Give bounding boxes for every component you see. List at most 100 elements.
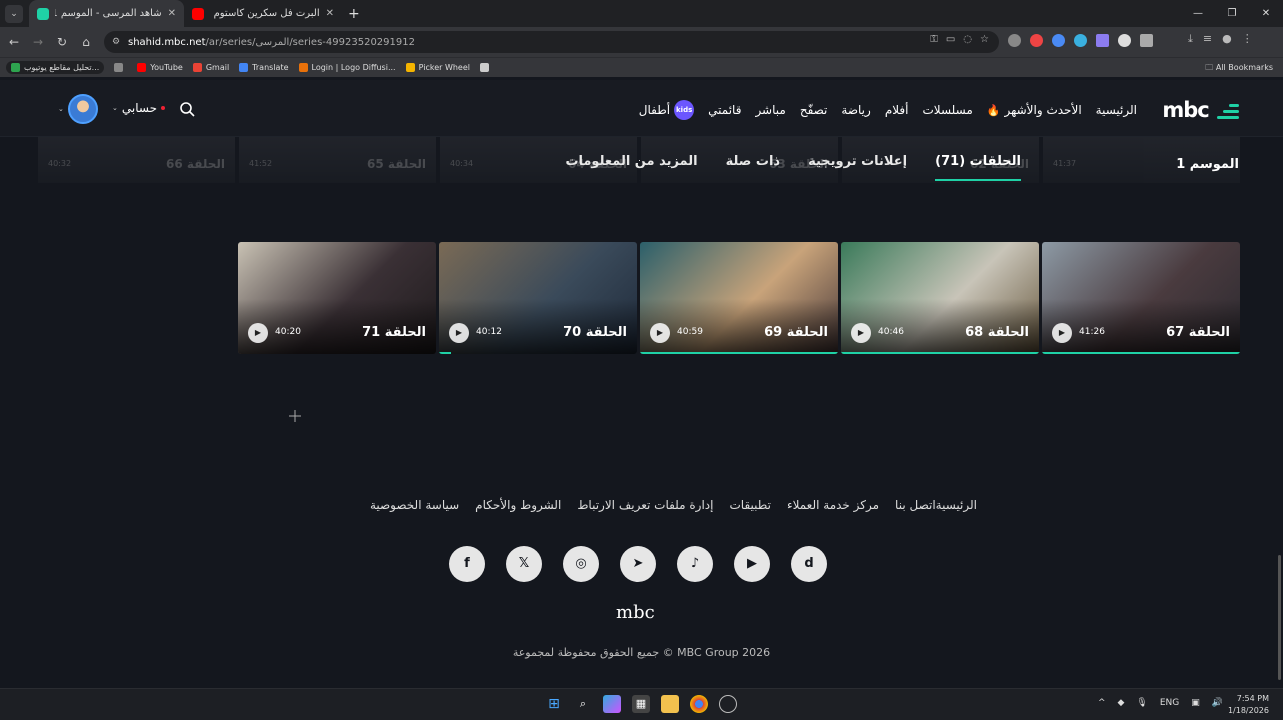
volume-icon[interactable]: 🔊 xyxy=(1212,698,1223,708)
x-icon[interactable]: 𝕏 xyxy=(506,546,542,582)
episode-card[interactable]: الحلقة 68 ▶ 40:46 xyxy=(841,242,1039,354)
password-key-icon[interactable]: ⚿ xyxy=(930,34,938,45)
season-selector[interactable]: الموسم 1 xyxy=(1176,157,1239,172)
tab-title: شاهد المرسى - الموسم 1 | MBC xyxy=(55,8,162,19)
play-icon[interactable]: ▶ xyxy=(248,323,268,343)
minimize-button[interactable]: — xyxy=(1181,0,1215,27)
content-tab[interactable]: الحلقات (71) xyxy=(935,154,1021,181)
footer-link[interactable]: إدارة ملفات تعريف الارتباط xyxy=(577,498,713,512)
extensions-puzzle-icon[interactable] xyxy=(1140,34,1153,47)
nav-item[interactable]: مباشر xyxy=(755,103,785,117)
page-scrollbar[interactable] xyxy=(1278,555,1281,680)
nav-item[interactable]: رياضة xyxy=(841,103,870,117)
cast-icon[interactable]: ▭ xyxy=(946,34,955,45)
telegram-icon[interactable]: ➤ xyxy=(620,546,656,582)
nav-item[interactable]: kids أطفال xyxy=(639,100,695,120)
account-menu[interactable]: ⌄ حسابي xyxy=(112,101,165,115)
content-tab[interactable]: إعلانات ترويجية xyxy=(808,154,907,169)
bookmark-item[interactable]: YouTube xyxy=(137,63,183,72)
browser-tab[interactable]: شاهد المرسى - الموسم 1 | MBC ✕ xyxy=(29,0,184,27)
close-tab-icon[interactable]: ✕ xyxy=(168,8,176,19)
search-icon[interactable] xyxy=(179,101,195,117)
microphone-icon[interactable]: 🎙 xyxy=(1136,698,1147,708)
language-indicator[interactable]: ENG xyxy=(1160,698,1179,708)
bookmark-item[interactable]: تحليل مقاطع يوتيوب... xyxy=(6,61,105,74)
nav-item[interactable]: مسلسلات xyxy=(922,103,972,117)
copilot-tray-icon[interactable]: ◆ xyxy=(1118,698,1125,708)
bookmark-item[interactable] xyxy=(480,63,493,72)
back-icon[interactable]: ← xyxy=(2,35,26,49)
windows-start-icon[interactable]: ⊞ xyxy=(545,695,563,713)
tab-title: البرت فل سكرين كاستوم | العين | ... xyxy=(210,8,320,19)
eye-off-icon[interactable]: ◌ xyxy=(963,34,972,45)
episode-card[interactable]: الحلقة 69 ▶ 40:59 xyxy=(640,242,838,354)
extension-icon[interactable] xyxy=(1074,34,1087,47)
footer-link[interactable]: مركز خدمة العملاء xyxy=(787,498,879,512)
clock[interactable]: 7:54 PM 1/18/2026 xyxy=(1228,693,1269,717)
reading-list-icon[interactable]: ≡ xyxy=(1203,32,1212,46)
extension-icon[interactable] xyxy=(1008,34,1021,47)
shahid-icon[interactable]: d xyxy=(791,546,827,582)
chevron-down-icon[interactable]: ⌄ xyxy=(58,105,64,113)
episode-card[interactable]: الحلقة 67 ▶ 41:26 xyxy=(1042,242,1240,354)
episode-card[interactable]: الحلقة 70 ▶ 40:12 xyxy=(439,242,637,354)
avatar[interactable] xyxy=(68,94,98,124)
footer-link[interactable]: سياسة الخصوصية xyxy=(370,498,459,512)
nav-item[interactable]: تصفّح xyxy=(800,103,828,117)
menu-kebab-icon[interactable]: ⋮ xyxy=(1242,32,1253,46)
chrome-icon[interactable] xyxy=(690,695,708,713)
footer-link[interactable]: الشروط والأحكام xyxy=(475,498,561,512)
network-icon[interactable]: ▣ xyxy=(1191,698,1200,708)
address-bar[interactable]: ⚙ shahid.mbc.net/ar/series/المرسى/series… xyxy=(104,31,999,53)
nav-item[interactable]: قائمتي xyxy=(708,103,741,117)
instagram-icon[interactable]: ◎ xyxy=(563,546,599,582)
store-icon[interactable]: ▦ xyxy=(632,695,650,713)
footer-link[interactable]: الرئيسية xyxy=(936,498,977,512)
url-path: /ar/series/المرسى/series-49923520291912 xyxy=(205,36,415,48)
bookmark-item[interactable]: Gmail xyxy=(192,63,229,72)
reload-icon[interactable]: ↻ xyxy=(50,35,74,49)
home-icon[interactable]: ⌂ xyxy=(74,35,98,49)
search-icon[interactable]: ⌕ xyxy=(574,695,592,713)
close-window-button[interactable]: ✕ xyxy=(1249,0,1283,27)
tray-chevron-icon[interactable]: ^ xyxy=(1098,698,1106,708)
bookmark-item[interactable]: Translate xyxy=(239,63,289,72)
bookmark-item[interactable]: Login | Logo Diffusi... xyxy=(298,63,396,72)
bookmark-star-icon[interactable]: ☆ xyxy=(980,34,989,45)
play-icon[interactable]: ▶ xyxy=(449,323,469,343)
extension-icon[interactable] xyxy=(1118,34,1131,47)
facebook-icon[interactable]: f xyxy=(449,546,485,582)
close-tab-icon[interactable]: ✕ xyxy=(326,8,334,19)
bookmark-item[interactable] xyxy=(114,63,127,72)
play-icon[interactable]: ▶ xyxy=(650,323,670,343)
profile-icon[interactable]: ● xyxy=(1222,32,1232,46)
browser-tab[interactable]: البرت فل سكرين كاستوم | العين | ... ✕ xyxy=(184,0,342,27)
nav-item[interactable]: أفلام xyxy=(885,103,909,117)
site-info-icon[interactable]: ⚙ xyxy=(112,37,120,47)
nav-item[interactable]: الأحدث والأشهر 🔥 xyxy=(987,103,1082,117)
nav-item[interactable]: الرئيسية xyxy=(1096,103,1137,117)
copilot-icon[interactable] xyxy=(603,695,621,713)
all-bookmarks-button[interactable]: 🗀 All Bookmarks xyxy=(1205,62,1273,76)
footer-link[interactable]: تطبيقات xyxy=(729,498,770,512)
app-icon[interactable] xyxy=(719,695,737,713)
play-icon[interactable]: ▶ xyxy=(851,323,871,343)
content-tab[interactable]: ذات صلة xyxy=(726,154,780,169)
tab-search-button[interactable]: ⌄ xyxy=(5,4,23,23)
download-icon[interactable]: ⤓ xyxy=(1188,32,1193,46)
file-explorer-icon[interactable] xyxy=(661,695,679,713)
tiktok-icon[interactable]: ♪ xyxy=(677,546,713,582)
mbc-shahid-logo[interactable]: mbc xyxy=(1162,98,1239,122)
extension-icon[interactable] xyxy=(1052,34,1065,47)
maximize-button[interactable]: ❐ xyxy=(1215,0,1249,27)
footer-link[interactable]: اتصل بنا xyxy=(895,498,936,512)
forward-icon[interactable]: → xyxy=(26,35,50,49)
bookmark-item[interactable]: Picker Wheel xyxy=(405,63,470,72)
episode-card[interactable]: الحلقة 71 ▶ 40:20 xyxy=(238,242,436,354)
new-tab-button[interactable]: + xyxy=(348,6,360,22)
extension-icon[interactable] xyxy=(1096,34,1109,47)
youtube-icon[interactable]: ▶ xyxy=(734,546,770,582)
extension-icon[interactable] xyxy=(1030,34,1043,47)
play-icon[interactable]: ▶ xyxy=(1052,323,1072,343)
content-tab[interactable]: المزيد من المعلومات xyxy=(565,154,697,169)
